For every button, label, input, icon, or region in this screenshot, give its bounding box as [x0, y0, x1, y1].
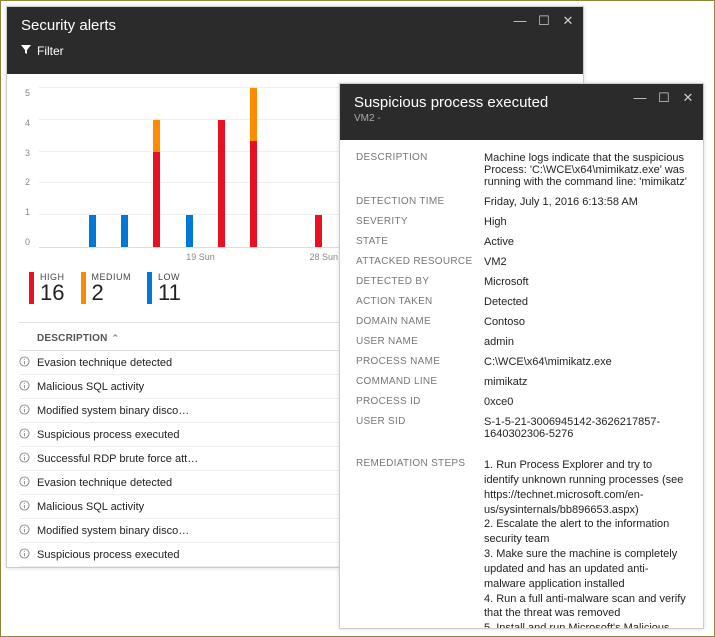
filter-label: Filter — [37, 44, 64, 58]
alert-detail-blade: — ☐ ✕ Suspicious process executed VM2 - … — [339, 83, 704, 629]
col-description[interactable]: DESCRIPTION⌃ — [37, 333, 391, 344]
label-command-line: COMMAND LINE — [356, 376, 474, 388]
chart-bar — [144, 88, 170, 247]
value-detection-time: Friday, July 1, 2016 6:13:58 AM — [484, 196, 687, 208]
cell-description: Evasion technique detected — [37, 477, 391, 489]
label-process-name: PROCESS NAME — [356, 356, 474, 368]
cell-description: Malicious SQL activity — [37, 381, 391, 393]
label-attacked-resource: ATTACKED RESOURCE — [356, 256, 474, 268]
chart-bar — [47, 88, 73, 247]
value-action-taken: Detected — [484, 296, 687, 308]
label-detection-time: DETECTION TIME — [356, 196, 474, 208]
blade-header: — ☐ ✕ Security alerts Filter — [7, 7, 583, 74]
label-remediation: REMEDIATION STEPS — [356, 458, 474, 628]
chart-bar — [112, 88, 138, 247]
value-remediation: 1. Run Process Explorer and try to ident… — [484, 458, 687, 628]
minimize-icon[interactable]: — — [513, 13, 527, 29]
severity-stat[interactable]: LOW11 — [147, 272, 181, 304]
info-icon — [19, 452, 37, 466]
severity-stat[interactable]: HIGH16 — [29, 272, 65, 304]
value-attacked-resource: VM2 — [484, 256, 687, 268]
label-detected-by: DETECTED BY — [356, 276, 474, 288]
blade-header: — ☐ ✕ Suspicious process executed VM2 - — [340, 84, 703, 140]
info-icon — [19, 380, 37, 394]
cell-description: Suspicious process executed — [37, 429, 391, 441]
label-user-sid: USER SID — [356, 416, 474, 440]
info-icon — [19, 428, 37, 442]
cell-description: Evasion technique detected — [37, 357, 391, 369]
label-process-id: PROCESS ID — [356, 396, 474, 408]
value-detected-by: Microsoft — [484, 276, 687, 288]
label-domain-name: DOMAIN NAME — [356, 316, 474, 328]
cell-description: Malicious SQL activity — [37, 501, 391, 513]
close-icon[interactable]: ✕ — [561, 13, 575, 29]
info-icon — [19, 404, 37, 418]
value-severity: High — [484, 216, 687, 228]
close-icon[interactable]: ✕ — [681, 90, 695, 106]
cell-description: Suspicious process executed — [37, 549, 391, 561]
detail-subtitle: VM2 - — [354, 113, 689, 124]
value-process-id: 0xce0 — [484, 396, 687, 408]
label-severity: SEVERITY — [356, 216, 474, 228]
maximize-icon[interactable]: ☐ — [657, 90, 671, 106]
value-command-line: mimikatz — [484, 376, 687, 388]
cell-description: Modified system binary disco… — [37, 405, 391, 417]
maximize-icon[interactable]: ☐ — [537, 13, 551, 29]
info-icon — [19, 356, 37, 370]
label-description: DESCRIPTION — [356, 152, 474, 188]
cell-description: Modified system binary disco… — [37, 525, 391, 537]
value-process-name: C:\WCE\x64\mimikatz.exe — [484, 356, 687, 368]
minimize-icon[interactable]: — — [633, 90, 647, 106]
chart-bar — [176, 88, 202, 247]
chart-bar — [273, 88, 299, 247]
chart-bar — [79, 88, 105, 247]
info-icon — [19, 476, 37, 490]
chart-bar — [241, 88, 267, 247]
info-icon — [19, 500, 37, 514]
value-domain-name: Contoso — [484, 316, 687, 328]
filter-icon — [21, 44, 31, 58]
sort-icon: ⌃ — [112, 333, 120, 344]
chart-bar — [305, 88, 331, 247]
info-icon — [19, 548, 37, 562]
value-user-sid: S-1-5-21-3006945142-3626217857-164030230… — [484, 416, 687, 440]
value-user-name: admin — [484, 336, 687, 348]
filter-button[interactable]: Filter — [21, 44, 569, 58]
label-action-taken: ACTION TAKEN — [356, 296, 474, 308]
severity-stat[interactable]: MEDIUM2 — [81, 272, 132, 304]
label-user-name: USER NAME — [356, 336, 474, 348]
chart-bar — [208, 88, 234, 247]
label-state: STATE — [356, 236, 474, 248]
info-icon — [19, 524, 37, 538]
cell-description: Successful RDP brute force att… — [37, 453, 391, 465]
value-description: Machine logs indicate that the suspiciou… — [484, 152, 687, 188]
value-state: Active — [484, 236, 687, 248]
blade-title: Security alerts — [21, 17, 569, 34]
